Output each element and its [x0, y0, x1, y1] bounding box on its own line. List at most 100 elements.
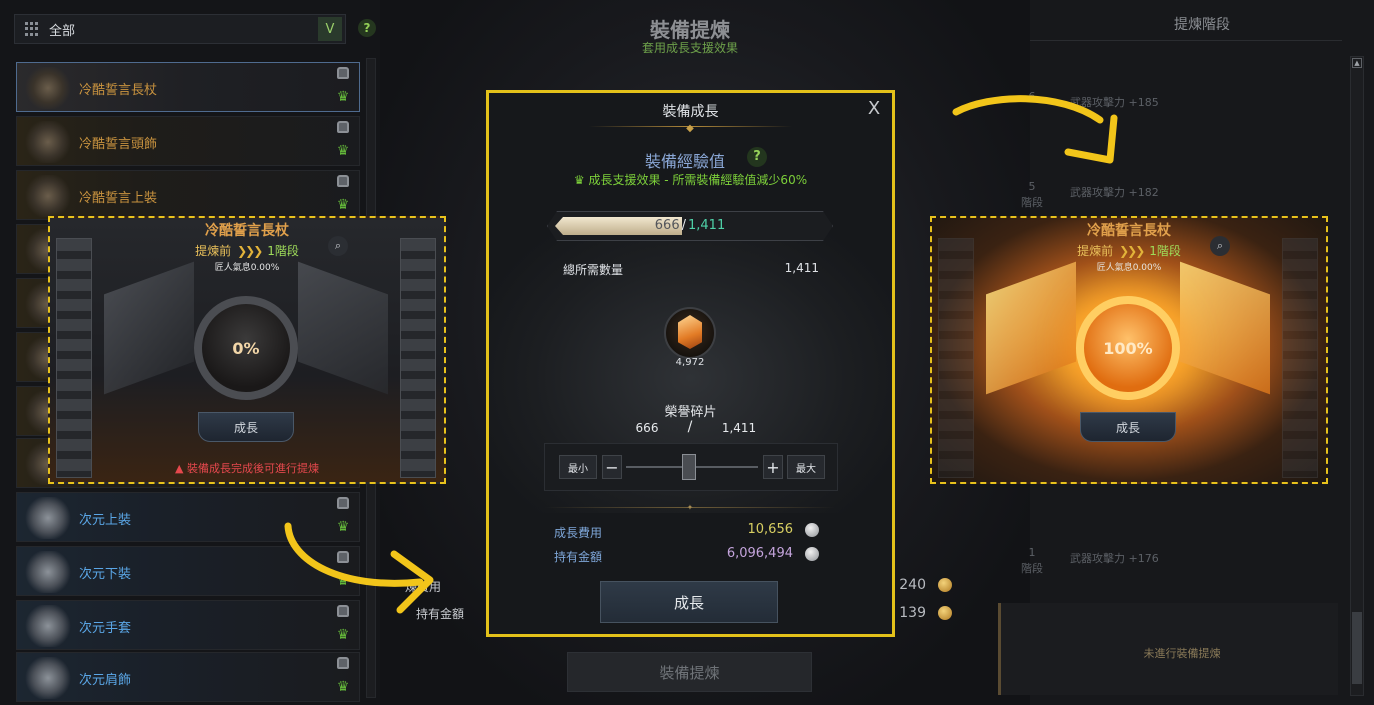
stage-level-suffix: 階段 — [1021, 196, 1043, 209]
wing-decoration — [986, 261, 1076, 395]
zoom-icon[interactable]: ⌕ — [1210, 236, 1230, 256]
silver-coin-icon — [805, 547, 819, 561]
close-icon[interactable]: X — [864, 99, 884, 119]
preview-before-panel: 冷酷誓言長杖 提煉前 ❯❯❯ 1階段 匠人氣息0.00% ⌕ 0% 成長 ▲ 裝備成… — [48, 216, 446, 484]
stage-level-suffix: 階段 — [1021, 562, 1043, 575]
material-owned-count: 4,972 — [675, 357, 705, 368]
item-thumbnail — [23, 121, 73, 163]
item-thumbnail — [23, 605, 73, 647]
exp-title: 裝備經驗值 — [645, 152, 726, 171]
scroll-up-icon[interactable]: ▲ — [1352, 58, 1362, 68]
stage-before-label: 提煉前 — [195, 244, 232, 258]
category-filter-label: 全部 — [49, 23, 76, 39]
max-button[interactable]: 最大 — [787, 455, 825, 479]
boost-icon: ♛ — [336, 627, 350, 643]
scroll-thumb[interactable] — [1352, 612, 1362, 684]
refine-stage-title: 提煉階段 — [1174, 17, 1230, 33]
stage-level: 1 — [1028, 546, 1036, 559]
item-name: 冷酷誓言上裝 — [79, 191, 158, 206]
stage-effect: 武器攻擊力 +176 — [1070, 552, 1159, 565]
exp-max: 1,411 — [688, 218, 726, 233]
preview-after-panel: 冷酷誓言長杖 提煉前 ❯❯❯ 1階段 匠人氣息0.00% ⌕ 100% 成長 — [930, 216, 1328, 484]
ornament-icon: ◆ — [686, 123, 694, 134]
warning-icon: ▲ — [175, 462, 187, 475]
lock-icon — [337, 67, 349, 79]
stage-level: 5 — [1028, 180, 1036, 193]
lock-icon — [337, 121, 349, 133]
lock-icon — [337, 657, 349, 669]
quantity-slider-thumb[interactable] — [682, 454, 696, 480]
growth-orb: 100% — [1076, 296, 1180, 400]
material-selected: 666 — [635, 421, 659, 435]
frame-rail — [938, 238, 974, 478]
item-name: 次元手套 — [79, 621, 132, 636]
stage-after-label: 1階段 — [1149, 244, 1181, 258]
item-thumbnail — [23, 67, 73, 109]
divider — [1030, 40, 1342, 41]
total-required-value: 1,411 — [784, 261, 819, 275]
list-item[interactable]: 冷酷誓言上裝 ♛ — [16, 170, 360, 220]
owned-money-label: 持有金額 — [554, 550, 603, 564]
refine-boost-subtitle: 套用成長支援效果 — [641, 41, 738, 55]
decrease-button[interactable]: − — [602, 455, 622, 479]
stage-before-label: 提煉前 — [1077, 244, 1114, 258]
grow-button[interactable]: 成長 — [198, 412, 294, 442]
material-name: 榮譽碎片 — [664, 405, 717, 420]
preview-stage: 提煉前 ❯❯❯ 1階段 — [932, 242, 1326, 259]
grow-button[interactable]: 成長 — [1080, 412, 1176, 442]
wing-decoration — [1180, 261, 1270, 395]
category-filter-dropdown[interactable]: 全部 V — [14, 14, 346, 44]
exp-progress-text: 666/1,411 — [555, 218, 825, 233]
chevron-down-icon[interactable]: V — [318, 17, 342, 41]
material-slash: / — [687, 419, 693, 435]
frame-rail — [1282, 238, 1318, 478]
list-item[interactable]: 冷酷誓言頭飾 ♛ — [16, 116, 360, 166]
silver-coin-icon — [805, 523, 819, 537]
help-icon[interactable]: ? — [358, 19, 376, 37]
stage-after-label: 1階段 — [267, 244, 299, 258]
zoom-icon[interactable]: ⌕ — [328, 236, 348, 256]
boost-effect-text: ♛ 成長支援效果 - 所需裝備經驗值減少60% — [489, 171, 892, 188]
item-thumbnail — [23, 551, 73, 593]
item-name: 冷酷誓言長杖 — [79, 83, 158, 98]
preview-stage: 提煉前 ❯❯❯ 1階段 — [50, 242, 444, 259]
item-thumbnail — [23, 175, 73, 217]
frame-rail — [400, 238, 436, 478]
refine-warning: ▲ 裝備成長完成後可進行提煉 — [50, 460, 444, 476]
item-name: 次元下裝 — [79, 567, 132, 582]
wing-decoration — [298, 261, 388, 395]
dialog-body: 裝備成長 X ◆ 裝備經驗值 ? ♛ 成長支援效果 - 所需裝備經驗值減少60%… — [489, 93, 892, 634]
preview-item-name: 冷酷誓言長杖 — [1087, 223, 1171, 239]
gold-coin-icon — [938, 606, 952, 620]
help-icon[interactable]: ? — [747, 147, 767, 167]
warning-text: 裝備成長完成後可進行提煉 — [186, 462, 319, 475]
item-name: 冷酷誓言頭飾 — [79, 137, 158, 152]
stage-scrollbar[interactable]: ▲ — [1350, 56, 1364, 696]
boost-effect-label: 成長支援效果 - 所需裝備經驗值減少60% — [588, 173, 808, 187]
stage-effect: 武器攻擊力 +182 — [1070, 186, 1159, 199]
item-name: 次元上裝 — [79, 513, 132, 528]
exp-separator: / — [681, 218, 686, 233]
artisan-breath: 匠人氣息0.00% — [214, 263, 280, 273]
boost-icon: ♛ — [336, 143, 350, 159]
grid-icon — [25, 22, 39, 36]
list-item[interactable]: 次元肩飾 ♛ — [16, 652, 360, 702]
exp-current: 666 — [654, 218, 680, 233]
grow-confirm-button[interactable]: 成長 — [600, 581, 778, 623]
item-thumbnail — [23, 657, 73, 699]
stage-empty-text: 未進行裝備提煉 — [1143, 647, 1221, 660]
artisan-breath: 匠人氣息0.00% — [1096, 263, 1162, 273]
stage-arrows-icon: ❯❯❯ — [1119, 244, 1145, 258]
refine-button[interactable]: 裝備提煉 — [567, 652, 812, 692]
list-item[interactable]: 冷酷誓言長杖 ♛ — [16, 62, 360, 112]
boost-icon: ♛ — [336, 197, 350, 213]
material-required: 1,411 — [721, 421, 757, 435]
total-required-label: 總所需數量 — [563, 263, 624, 277]
min-button[interactable]: 最小 — [559, 455, 597, 479]
arrow-to-modal — [284, 522, 434, 614]
dialog-title: 裝備成長 — [662, 104, 719, 120]
increase-button[interactable]: + — [763, 455, 783, 479]
growth-orb: 0% — [194, 296, 298, 400]
gold-coin-icon — [938, 578, 952, 592]
boost-icon: ♛ — [336, 89, 350, 105]
